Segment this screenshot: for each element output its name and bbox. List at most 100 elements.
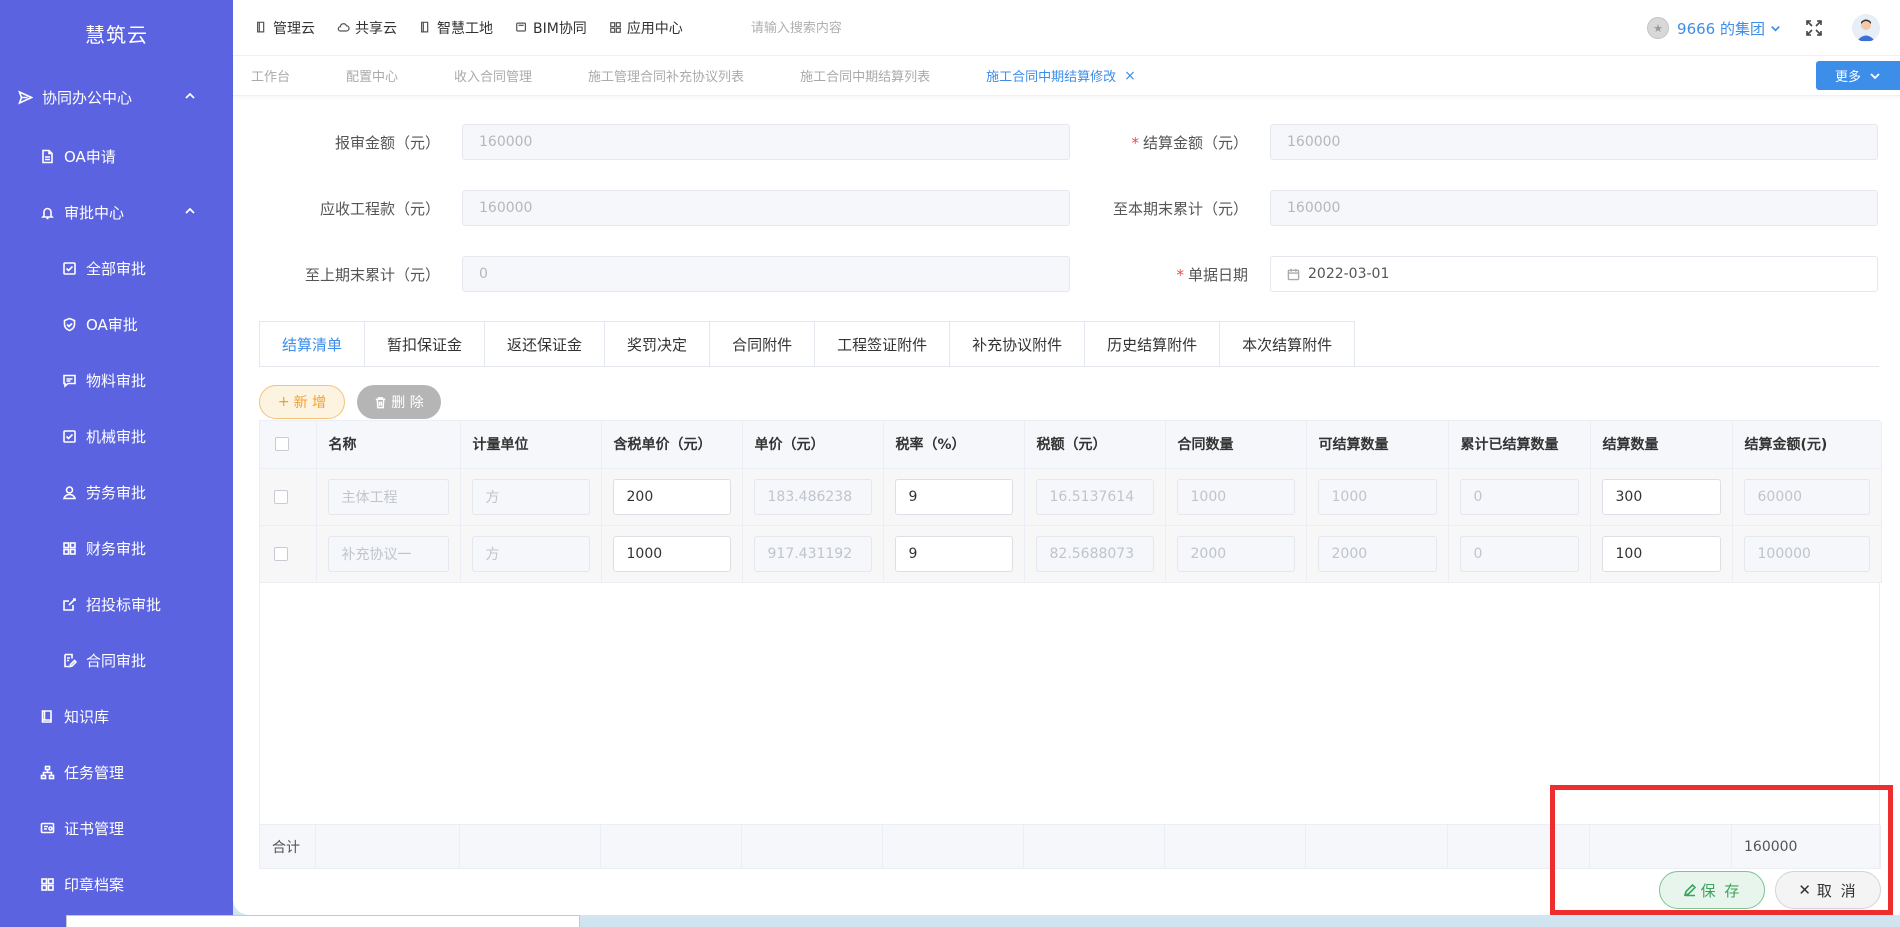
sidebar-item-5[interactable]: 物料审批 — [0, 352, 233, 408]
cell-input[interactable]: 1000 — [1317, 478, 1437, 515]
content-tab-5[interactable]: 工程签证附件 — [815, 322, 951, 367]
cell-input[interactable]: 183.486238 — [753, 478, 872, 515]
form-row-receivable: 应收工程款（元） 160000 — [233, 190, 1070, 226]
sidebar-item-8[interactable]: 财务审批 — [0, 520, 233, 576]
content-tab-0[interactable]: 结算清单 — [260, 322, 366, 367]
tabs-divider — [259, 366, 1879, 367]
top-link-0[interactable]: 管理云 — [255, 18, 315, 38]
sidebar-item-0[interactable]: 协同办公中心 — [0, 66, 233, 128]
global-search-input[interactable] — [750, 20, 1011, 35]
cell-input[interactable]: 2000 — [1176, 535, 1295, 572]
cum-this-field[interactable]: 160000 — [1270, 190, 1878, 226]
cell-input[interactable]: 9 — [894, 478, 1013, 515]
sidebar-item-label: 合同审批 — [86, 651, 147, 670]
cell-input[interactable]: 60000 — [1743, 478, 1870, 515]
chevron-down-icon — [1870, 72, 1880, 79]
content-tab-3[interactable]: 奖罚决定 — [605, 322, 711, 367]
doc-date-picker[interactable]: 2022-03-01 — [1270, 256, 1878, 292]
cum-last-label: 至上期末累计（元） — [304, 265, 440, 284]
cum-last-field[interactable]: 0 — [462, 256, 1070, 292]
doc-icon — [255, 21, 273, 34]
sidebar-item-10[interactable]: 合同审批 — [0, 632, 233, 688]
sidebar-item-9[interactable]: 招投标审批 — [0, 576, 233, 632]
check-square-icon — [60, 259, 78, 277]
sidebar-item-12[interactable]: 任务管理 — [0, 744, 233, 800]
sidebar-item-3[interactable]: 全部审批 — [0, 240, 233, 296]
cell-input[interactable]: 0 — [1459, 478, 1579, 515]
row-select-cell — [260, 468, 317, 526]
cell-input[interactable]: 1000 — [612, 535, 731, 572]
sidebar-item-11[interactable]: 知识库 — [0, 688, 233, 744]
cell-input[interactable]: 917.431192 — [753, 535, 872, 572]
document-icon — [38, 147, 56, 165]
column-header: 税率（%） — [883, 421, 1025, 469]
cell-input[interactable]: 100000 — [1743, 535, 1870, 572]
content-tab-2[interactable]: 返还保证金 — [485, 322, 606, 367]
content-tab-6[interactable]: 补充协议附件 — [950, 322, 1086, 367]
form-row-settle-amount: * 结算金额（元） 160000 — [1085, 124, 1878, 160]
cell-input[interactable]: 9 — [894, 535, 1013, 572]
table-cell: 100 — [1590, 525, 1733, 583]
sidebar-item-6[interactable]: 机械审批 — [0, 408, 233, 464]
settle-amount-field[interactable]: 160000 — [1270, 124, 1878, 160]
row-checkbox[interactable] — [274, 489, 288, 504]
sidebar-item-label: 全部审批 — [86, 259, 147, 278]
more-tabs-button[interactable]: 更多 — [1816, 61, 1900, 90]
table-body: 主体工程方 200 183.486238 9 16.5137614 1000 1000 0 30… — [260, 468, 1882, 583]
table-cell: 1000 — [1165, 468, 1307, 526]
page-tab-label: 收入合同管理 — [454, 70, 533, 85]
sidebar-item-label: 物料审批 — [86, 371, 147, 390]
sidebar-item-13[interactable]: 证书管理 — [0, 800, 233, 856]
cell-input[interactable]: 2000 — [1317, 535, 1437, 572]
page-tab-2[interactable]: 收入合同管理 — [454, 66, 532, 85]
row-checkbox[interactable] — [274, 546, 288, 561]
top-link-4[interactable]: 应用中心 — [609, 18, 683, 38]
delete-row-button[interactable]: 删 除 — [357, 385, 441, 419]
app-brand: 慧筑云 — [85, 22, 148, 47]
cell-input[interactable]: 主体工程 — [327, 478, 449, 515]
cell-input[interactable]: 82.5688073 — [1035, 535, 1154, 572]
cell-input[interactable]: 100 — [1601, 535, 1721, 572]
content-tab-8[interactable]: 本次结算附件 — [1220, 322, 1355, 367]
user-avatar[interactable] — [1852, 14, 1880, 42]
cell-input[interactable]: 0 — [1459, 535, 1579, 572]
sidebar-item-4[interactable]: OA审批 — [0, 296, 233, 352]
form-row-cum-last: 至上期末累计（元） 0 — [233, 256, 1070, 292]
cloud-icon — [337, 21, 355, 34]
cell-input[interactable]: 1000 — [1176, 478, 1295, 515]
page-tab-1[interactable]: 配置中心 — [346, 66, 398, 85]
select-all-checkbox[interactable] — [275, 437, 289, 452]
top-link-3[interactable]: BIM协同 — [515, 18, 587, 38]
receivable-field[interactable]: 160000 — [462, 190, 1070, 226]
page-tab-0[interactable]: 工作台 — [251, 66, 290, 85]
page-tab-4[interactable]: 施工合同中期结算列表 — [800, 66, 930, 85]
sidebar-item-label: 审批中心 — [64, 203, 125, 222]
fullscreen-icon[interactable] — [1804, 18, 1824, 38]
sidebar-item-2[interactable]: 审批中心 — [0, 184, 233, 240]
add-row-button[interactable]: + 新 增 — [259, 385, 345, 419]
org-switcher[interactable]: 9666 的集团 — [1677, 18, 1782, 39]
book-icon — [38, 707, 56, 725]
content-tab-7[interactable]: 历史结算附件 — [1085, 322, 1221, 367]
close-tab-icon[interactable]: × — [1124, 68, 1136, 84]
content-tab-4[interactable]: 合同附件 — [710, 322, 816, 367]
page-tab-3[interactable]: 施工管理合同补充协议列表 — [588, 66, 744, 85]
top-link-1[interactable]: 共享云 — [337, 18, 397, 38]
sidebar-item-14[interactable]: 印章档案 — [0, 856, 233, 912]
cell-input[interactable]: 补充协议一 — [327, 535, 449, 572]
cell-input[interactable]: 16.5137614 — [1035, 478, 1154, 515]
page-tab-label: 工作台 — [251, 70, 291, 85]
table-cell: 9 — [883, 468, 1025, 526]
cell-input[interactable]: 200 — [612, 478, 731, 515]
cell-input[interactable]: 方 — [471, 535, 590, 572]
settle-amount-label: * 结算金额（元） — [1131, 133, 1248, 152]
cell-input[interactable]: 300 — [1601, 478, 1721, 515]
top-link-2[interactable]: 智慧工地 — [419, 18, 493, 38]
sidebar-item-7[interactable]: 劳务审批 — [0, 464, 233, 520]
delete-row-label: 删 除 — [391, 395, 424, 411]
sidebar-item-1[interactable]: OA申请 — [0, 128, 233, 184]
page-tab-5[interactable]: 施工合同中期结算修改 × — [986, 66, 1136, 86]
content-tab-1[interactable]: 暂扣保证金 — [365, 322, 486, 367]
cell-input[interactable]: 方 — [471, 478, 590, 515]
report-amount-field[interactable]: 160000 — [462, 124, 1070, 160]
